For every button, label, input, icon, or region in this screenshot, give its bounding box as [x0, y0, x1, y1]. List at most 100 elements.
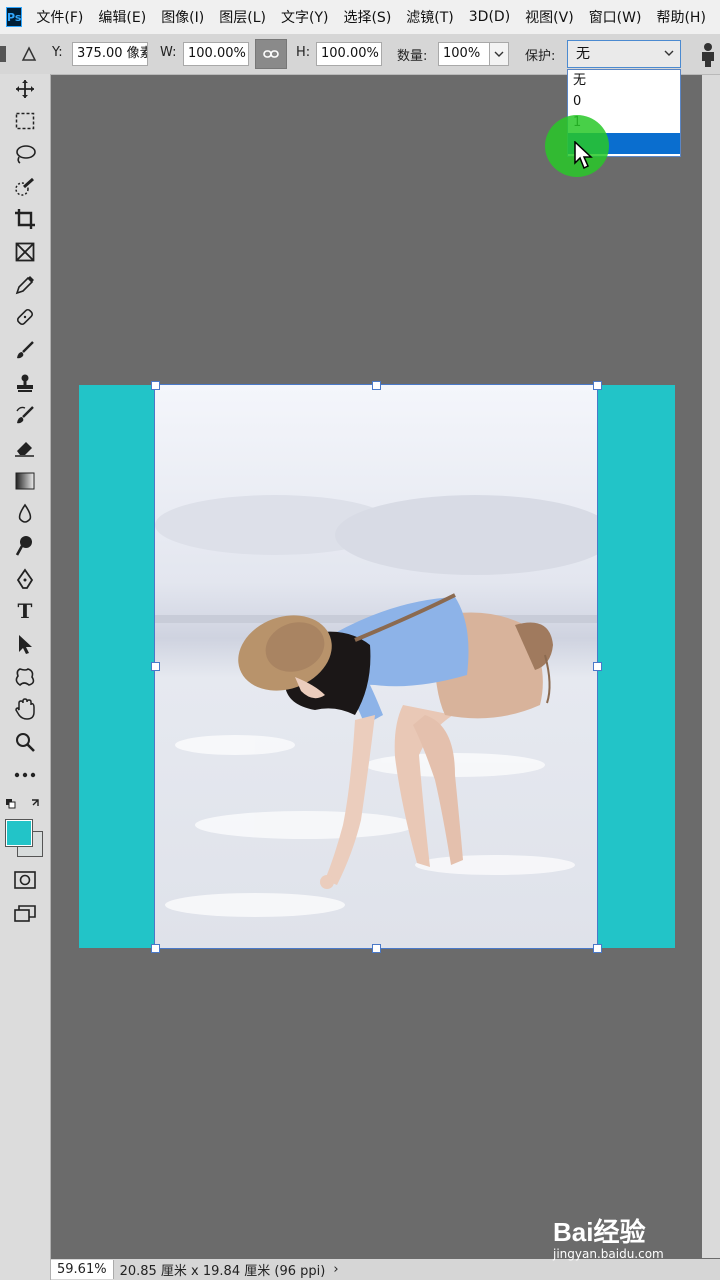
h-label: H:: [296, 45, 311, 60]
brush-tool[interactable]: [12, 337, 38, 363]
amount-input[interactable]: 100%: [438, 42, 490, 66]
clone-stamp-tool[interactable]: [12, 370, 38, 396]
quick-mask-icon: [14, 871, 36, 889]
transform-handle-bottom[interactable]: [372, 944, 381, 953]
history-brush-tool[interactable]: [12, 402, 38, 428]
gradient-tool[interactable]: [12, 468, 38, 494]
healing-brush-tool-icon: [16, 308, 34, 326]
eraser-tool[interactable]: [12, 435, 38, 461]
transform-handle-left[interactable]: [151, 662, 160, 671]
frame-tool-icon: [15, 242, 35, 262]
link-icon: [263, 50, 279, 58]
transform-handle-top[interactable]: [372, 381, 381, 390]
y-position-input[interactable]: 375.00 像素: [72, 42, 148, 66]
path-select-tool-icon: [19, 635, 32, 654]
chevron-down-icon: [664, 50, 674, 56]
type-tool[interactable]: T: [12, 598, 38, 624]
hand-tool-icon: [15, 698, 35, 720]
custom-shape-tool-icon: [15, 668, 35, 687]
status-menu-arrow[interactable]: ›: [333, 1262, 338, 1277]
quick-mask-button[interactable]: [12, 867, 38, 893]
clone-stamp-tool-icon: [17, 374, 33, 392]
more-tools[interactable]: [12, 762, 38, 788]
triangle-delta-icon[interactable]: [21, 46, 37, 62]
foreground-color-swatch[interactable]: [5, 819, 33, 847]
frame-tool[interactable]: [12, 239, 38, 265]
status-bar: 59.61% 20.85 厘米 x 19.84 厘米 (96 ppi) ›: [51, 1259, 720, 1280]
gradient-tool-icon: [15, 472, 35, 490]
protect-select[interactable]: 无: [567, 40, 681, 68]
lasso-tool[interactable]: [12, 141, 38, 167]
transform-handle-top-right[interactable]: [593, 381, 602, 390]
watermark-logo: Bai经验: [553, 1217, 646, 1247]
menu-select[interactable]: 选择(S): [343, 7, 391, 27]
link-aspect-button[interactable]: [255, 39, 287, 69]
eyedropper-tool[interactable]: [12, 272, 38, 298]
chevron-down-icon: [494, 51, 504, 57]
zoom-level[interactable]: 59.61%: [51, 1260, 114, 1279]
marquee-tool[interactable]: [12, 108, 38, 134]
menu-type[interactable]: 文字(Y): [281, 7, 328, 27]
screen-mode-button[interactable]: [12, 900, 38, 926]
pen-tool[interactable]: [12, 566, 38, 592]
healing-brush-tool[interactable]: [12, 304, 38, 330]
photo-girl-on-beach: [155, 385, 597, 948]
width-percent-input[interactable]: 100.00%: [183, 42, 249, 66]
mouse-cursor-icon: [574, 141, 593, 170]
custom-shape-tool[interactable]: [12, 664, 38, 690]
dodge-tool[interactable]: [12, 533, 38, 559]
eyedropper-tool-icon: [15, 276, 34, 295]
menu-3d[interactable]: 3D(D): [469, 9, 510, 25]
zoom-tool-icon: [16, 733, 35, 752]
transform-handle-top-left[interactable]: [151, 381, 160, 390]
menu-file[interactable]: 文件(F): [36, 7, 83, 27]
transform-handle-right[interactable]: [593, 662, 602, 671]
amount-dropdown-button[interactable]: [489, 42, 509, 66]
menu-view[interactable]: 视图(V): [525, 7, 574, 27]
tools-panel: T: [0, 74, 51, 1280]
protect-option-0[interactable]: 0: [568, 91, 680, 112]
blur-tool[interactable]: [12, 501, 38, 527]
more-tools-icon: [14, 772, 36, 778]
menu-help[interactable]: 帮助(H): [656, 7, 705, 27]
swap-default-colors-icon[interactable]: [6, 798, 42, 812]
watermark-url: jingyan.baidu.com: [553, 1247, 664, 1261]
transform-handle-bottom-left[interactable]: [151, 944, 160, 953]
menu-image[interactable]: 图像(I): [161, 7, 204, 27]
document-size-info: 20.85 厘米 x 19.84 厘米 (96 ppi): [119, 1264, 326, 1279]
menu-layer[interactable]: 图层(L): [219, 7, 266, 27]
quick-select-tool-icon: [15, 177, 34, 196]
menu-bar: Ps 文件(F) 编辑(E) 图像(I) 图层(L) 文字(Y) 选择(S) 滤…: [0, 0, 720, 34]
marquee-tool-icon: [15, 112, 35, 130]
amount-label: 数量:: [397, 49, 428, 64]
brush-tool-icon: [17, 341, 34, 359]
vertical-scrollbar[interactable]: [702, 75, 720, 1258]
w-label: W:: [160, 45, 177, 60]
screen-mode-icon: [14, 905, 36, 922]
baidu-jingyan-watermark: Bai经验 jingyan.baidu.com: [553, 1212, 664, 1261]
reference-point-icon[interactable]: [0, 44, 8, 64]
hand-tool[interactable]: [12, 696, 38, 722]
transformed-photo-layer[interactable]: [154, 384, 598, 949]
photoshop-logo-icon: Ps: [6, 7, 23, 27]
move-tool-icon: [16, 80, 34, 98]
dodge-tool-icon: [15, 536, 32, 556]
protect-select-value: 无: [576, 46, 590, 62]
menu-filter[interactable]: 滤镜(T): [406, 7, 453, 27]
crop-tool[interactable]: [12, 206, 38, 232]
height-percent-input[interactable]: 100.00%: [316, 42, 382, 66]
path-select-tool[interactable]: [12, 631, 38, 657]
lasso-tool-icon: [16, 145, 36, 164]
transform-handle-bottom-right[interactable]: [593, 944, 602, 953]
move-tool[interactable]: [12, 76, 38, 102]
zoom-tool[interactable]: [12, 729, 38, 755]
protect-label: 保护:: [525, 49, 556, 64]
protect-option-none[interactable]: 无: [568, 70, 680, 91]
history-brush-tool-icon: [16, 406, 34, 424]
quick-select-tool[interactable]: [12, 174, 38, 200]
eraser-tool-icon: [15, 442, 34, 457]
crop-tool-icon: [15, 209, 35, 229]
menu-window[interactable]: 窗口(W): [589, 7, 642, 27]
protect-skin-tones-icon[interactable]: [698, 42, 718, 68]
menu-edit[interactable]: 编辑(E): [98, 7, 146, 27]
